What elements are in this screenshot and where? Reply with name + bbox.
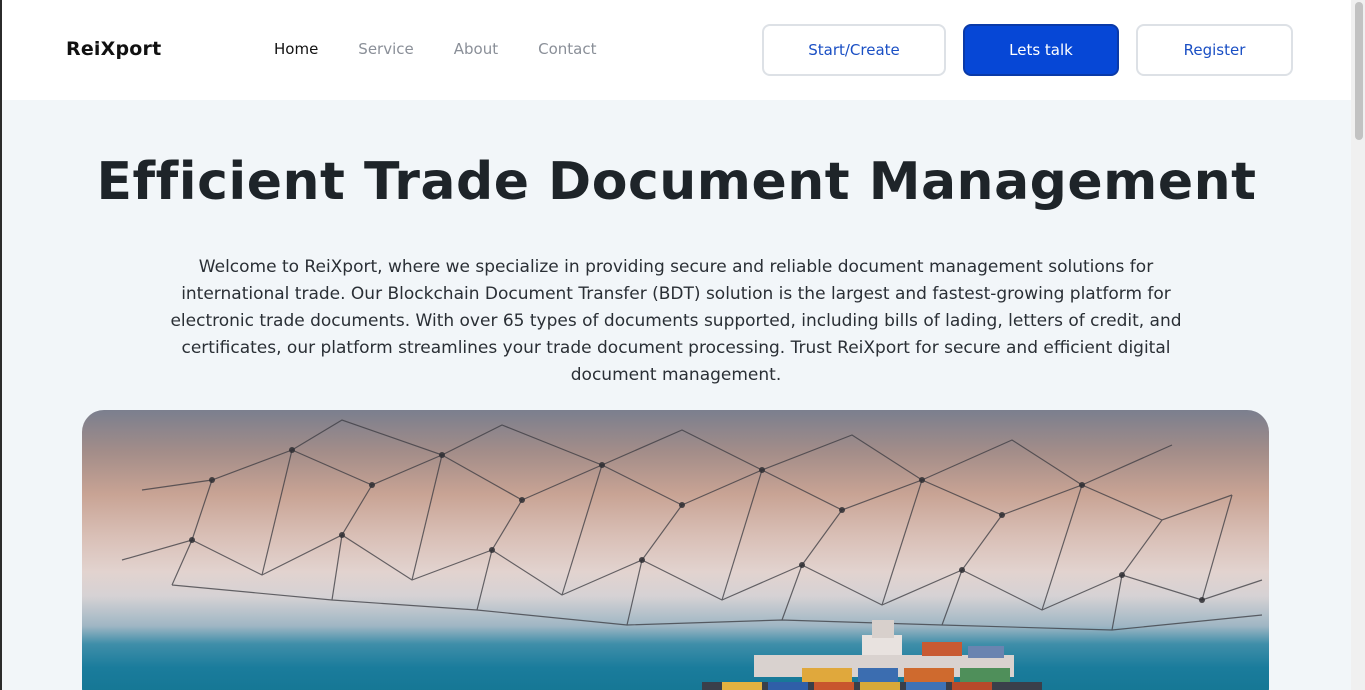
register-button[interactable]: Register xyxy=(1136,24,1293,76)
network-overlay xyxy=(121,419,1263,690)
nav-service[interactable]: Service xyxy=(358,40,413,58)
nav-contact[interactable]: Contact xyxy=(538,40,596,58)
nav-about[interactable]: About xyxy=(454,40,498,58)
cargo-ship xyxy=(702,620,1042,690)
nav-home[interactable]: Home xyxy=(274,40,318,58)
hero-description: Welcome to ReiXport, where we specialize… xyxy=(170,257,1182,385)
hero-image xyxy=(82,410,1269,690)
site-header: ReiXport Home Service About Contact Star… xyxy=(2,0,1351,100)
scrollbar[interactable] xyxy=(1351,0,1365,690)
start-create-button[interactable]: Start/Create xyxy=(762,24,946,76)
hero-title: Efficient Trade Document Management xyxy=(96,152,1257,212)
hero-section: Efficient Trade Document Management Welc… xyxy=(2,100,1351,690)
logo[interactable]: ReiXport xyxy=(66,38,161,60)
browser-viewport: ReiXport Home Service About Contact Star… xyxy=(0,0,1365,690)
main-nav: Home Service About Contact xyxy=(274,40,636,58)
lets-talk-button[interactable]: Lets talk xyxy=(963,24,1119,76)
scrollbar-thumb[interactable] xyxy=(1355,2,1363,140)
